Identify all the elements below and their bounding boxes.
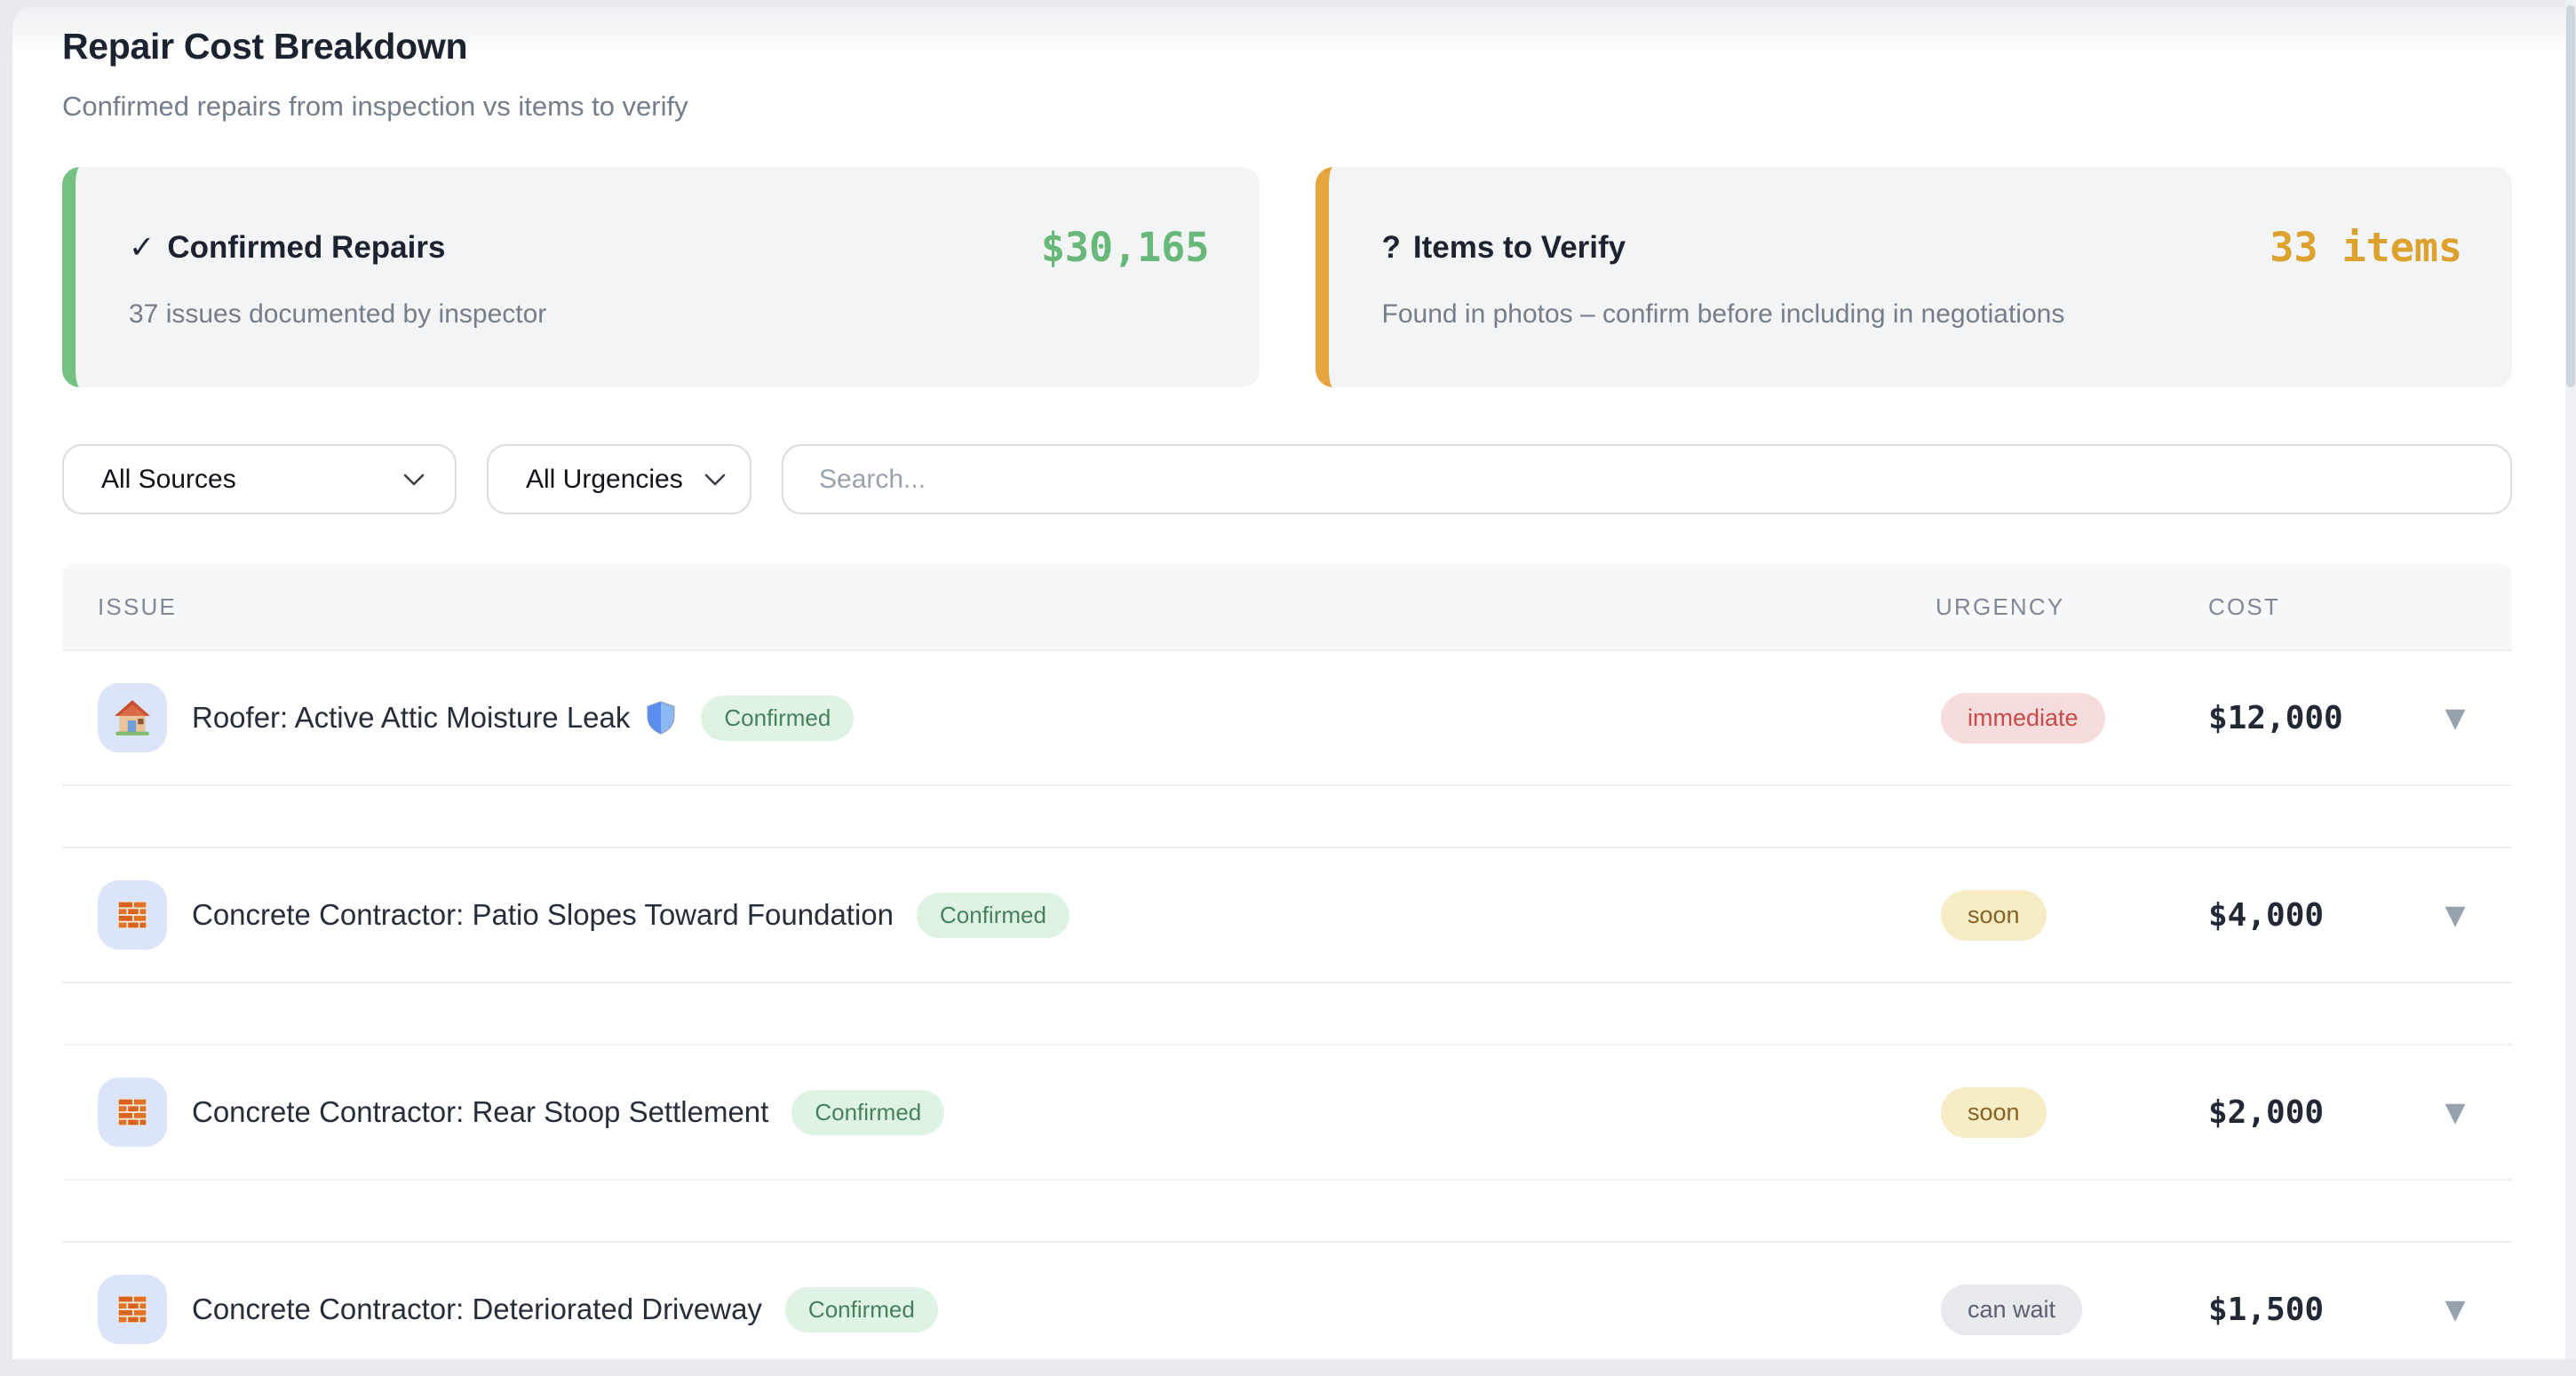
question-icon: ? xyxy=(1382,230,1401,266)
chevron-down-icon xyxy=(704,473,726,486)
source-filter-select[interactable]: All Sources xyxy=(62,444,457,514)
row-expansion-area xyxy=(62,784,2512,847)
row-avatar xyxy=(98,1275,167,1344)
filter-bar: All Sources All Urgencies xyxy=(62,444,2512,514)
row-avatar xyxy=(98,880,167,950)
search-input[interactable] xyxy=(782,444,2512,514)
table-row[interactable]: Concrete Contractor: Patio Slopes Toward… xyxy=(62,847,2512,982)
status-badge: Confirmed xyxy=(917,893,1069,938)
main-panel: Repair Cost Breakdown Confirmed repairs … xyxy=(12,7,2565,1359)
cost-value: $12,000 xyxy=(2208,700,2398,736)
issue-cell: Roofer: Active Attic Moisture Leak Confi… xyxy=(62,683,1936,752)
row-expansion-area xyxy=(62,982,2512,1044)
column-header-urgency: URGENCY xyxy=(1936,593,2208,621)
table-header: ISSUE URGENCY COST xyxy=(62,564,2512,649)
expand-row-button[interactable]: ▼ xyxy=(2437,696,2472,741)
card-value: 33 items xyxy=(2270,224,2462,271)
card-description: 37 issues documented by inspector xyxy=(129,299,1210,330)
chevron-down-icon xyxy=(403,473,425,486)
urgency-badge: can wait xyxy=(1941,1285,2082,1335)
page-title: Repair Cost Breakdown xyxy=(62,25,2512,68)
issue-title: Concrete Contractor: Rear Stoop Settleme… xyxy=(192,1095,768,1129)
urgency-filter-value: All Urgencies xyxy=(526,465,683,495)
urgency-filter-select[interactable]: All Urgencies xyxy=(487,444,751,514)
card-title-label: Confirmed Repairs xyxy=(167,230,445,266)
urgency-cell: immediate xyxy=(1936,693,2208,744)
card-value: $30,165 xyxy=(1041,224,1210,271)
card-description: Found in photos – confirm before includi… xyxy=(1382,299,2463,330)
status-badge: Confirmed xyxy=(701,696,854,741)
source-filter-value: All Sources xyxy=(101,465,236,495)
page-subtitle: Confirmed repairs from inspection vs ite… xyxy=(62,91,2512,123)
card-title: ✓ Confirmed Repairs xyxy=(129,230,445,266)
issue-cell: Concrete Contractor: Deteriorated Drivew… xyxy=(62,1275,1936,1344)
items-to-verify-card: ? Items to Verify 33 items Found in phot… xyxy=(1316,167,2513,387)
table-row[interactable]: Concrete Contractor: Rear Stoop Settleme… xyxy=(62,1044,2512,1179)
shield-icon xyxy=(644,700,678,736)
cost-value: $2,000 xyxy=(2208,1094,2398,1131)
issue-title: Concrete Contractor: Patio Slopes Toward… xyxy=(192,898,894,932)
column-header-issue: ISSUE xyxy=(62,593,1936,621)
confirmed-repairs-card: ✓ Confirmed Repairs $30,165 37 issues do… xyxy=(62,167,1260,387)
repairs-table: ISSUE URGENCY COST Roofer: Active Attic … xyxy=(62,564,2512,1376)
brick-icon xyxy=(114,1094,151,1131)
table-row[interactable]: Concrete Contractor: Deteriorated Drivew… xyxy=(62,1241,2512,1376)
row-avatar xyxy=(98,1078,167,1147)
status-badge: Confirmed xyxy=(791,1090,944,1135)
column-header-cost: COST xyxy=(2208,593,2398,621)
house-icon xyxy=(112,697,153,738)
expand-row-button[interactable]: ▼ xyxy=(2437,1090,2472,1135)
expand-row-button[interactable]: ▼ xyxy=(2437,1287,2472,1332)
urgency-cell: can wait xyxy=(1936,1285,2208,1335)
scrollbar-track[interactable] xyxy=(2565,0,2576,1359)
brick-icon xyxy=(114,1291,151,1328)
urgency-cell: soon xyxy=(1936,890,2208,941)
cost-value: $4,000 xyxy=(2208,897,2398,934)
urgency-badge: immediate xyxy=(1941,693,2105,744)
row-expansion-area xyxy=(62,1179,2512,1241)
summary-cards: ✓ Confirmed Repairs $30,165 37 issues do… xyxy=(62,167,2512,387)
scrollbar-thumb[interactable] xyxy=(2566,5,2575,387)
row-avatar xyxy=(98,683,167,752)
expand-row-button[interactable]: ▼ xyxy=(2437,893,2472,938)
card-title-label: Items to Verify xyxy=(1413,230,1626,266)
urgency-badge: soon xyxy=(1941,890,2047,941)
urgency-cell: soon xyxy=(1936,1087,2208,1138)
issue-title: Roofer: Active Attic Moisture Leak xyxy=(192,701,630,735)
issue-cell: Concrete Contractor: Patio Slopes Toward… xyxy=(62,880,1936,950)
table-row[interactable]: Roofer: Active Attic Moisture Leak Confi… xyxy=(62,649,2512,784)
status-badge: Confirmed xyxy=(785,1287,938,1332)
urgency-badge: soon xyxy=(1941,1087,2047,1138)
issue-cell: Concrete Contractor: Rear Stoop Settleme… xyxy=(62,1078,1936,1147)
check-icon: ✓ xyxy=(129,230,155,266)
cost-value: $1,500 xyxy=(2208,1292,2398,1328)
issue-title: Concrete Contractor: Deteriorated Drivew… xyxy=(192,1292,762,1326)
card-title: ? Items to Verify xyxy=(1382,230,1626,266)
brick-icon xyxy=(114,896,151,934)
